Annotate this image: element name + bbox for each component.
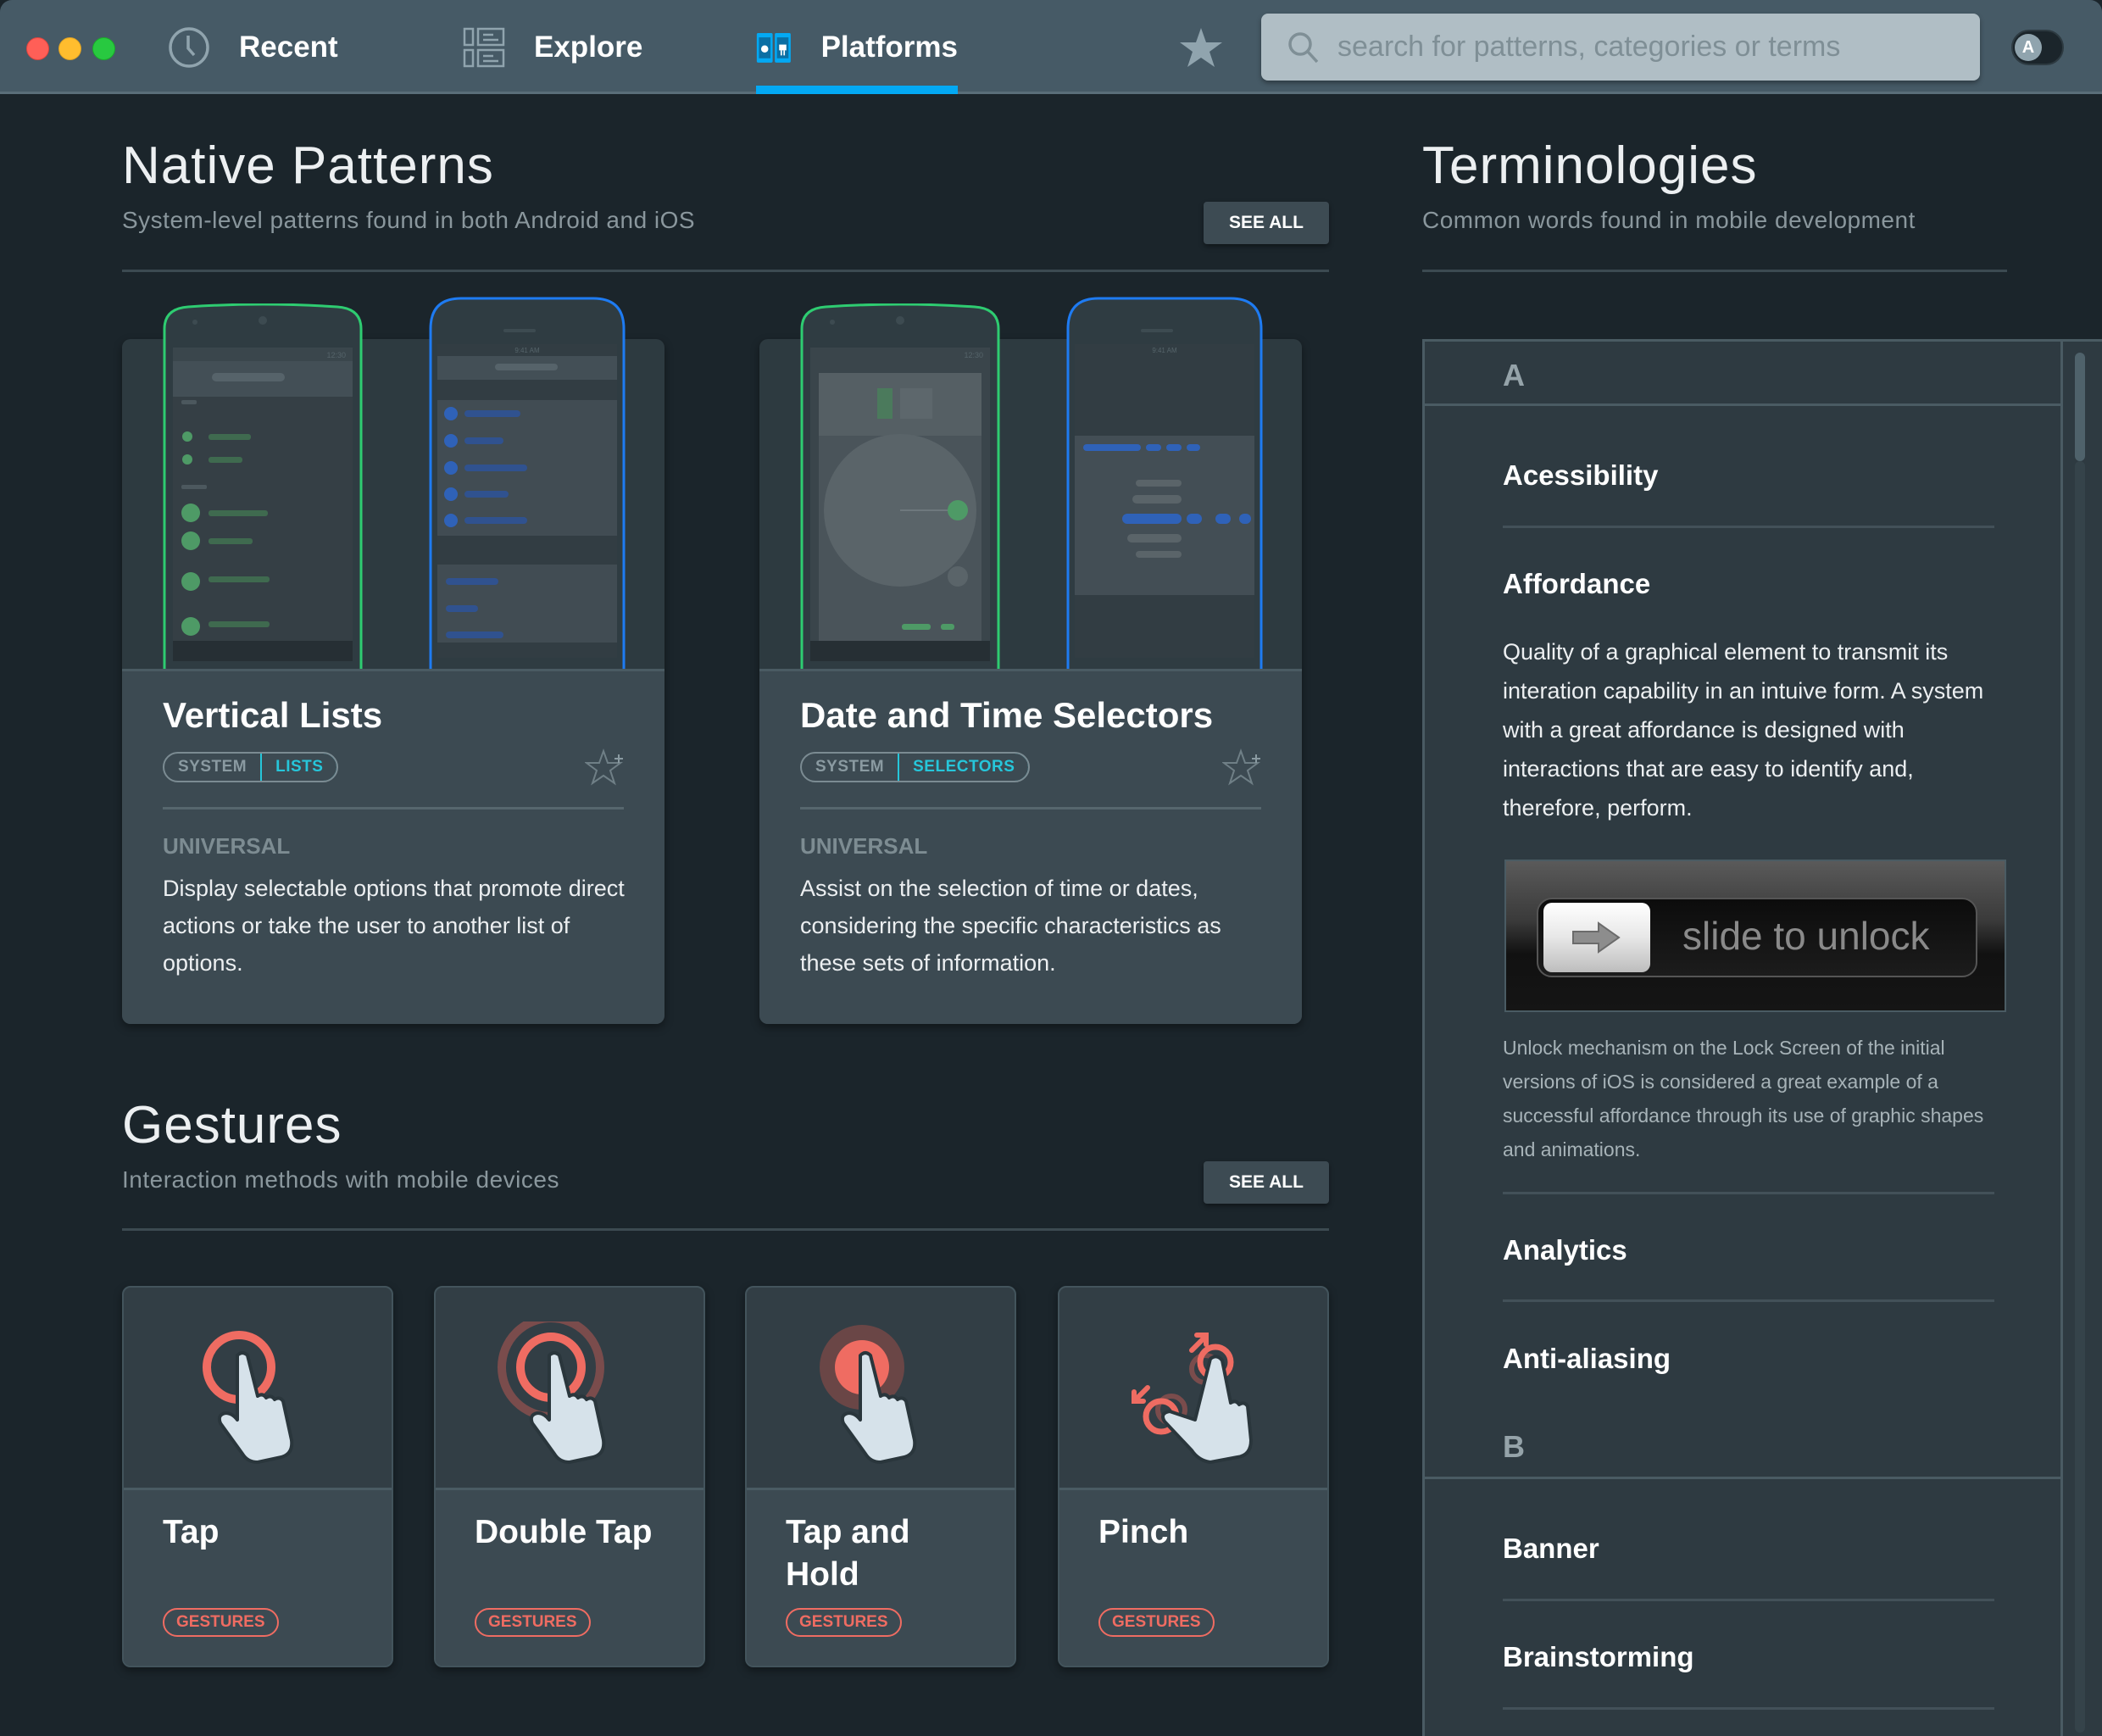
gesture-card-title: Tap and Hold: [786, 1514, 910, 1593]
tag-system[interactable]: SYSTEM: [802, 754, 898, 781]
zoom-window-button[interactable]: [92, 37, 115, 60]
pinch-gesture-icon: [1132, 1333, 1253, 1464]
title-bar: Recent Explore Platforms A: [0, 0, 2102, 94]
unlock-slider-track: slide to unlock: [1537, 898, 1977, 977]
letter-header-b: B: [1503, 1429, 1525, 1464]
term-brainstorming[interactable]: Brainstorming: [1503, 1641, 1694, 1673]
tag-selectors[interactable]: SELECTORS: [898, 754, 1029, 781]
pattern-card-kind: UNIVERSAL: [800, 833, 928, 859]
gestures-see-all-button[interactable]: SEE ALL: [1204, 1161, 1329, 1204]
tab-recent-label: Recent: [239, 30, 338, 64]
unlock-slider-text: slide to unlock: [1682, 914, 1930, 958]
gesture-card-pinch[interactable]: Pinch GESTURES: [1058, 1286, 1329, 1667]
gestures-subtitle: Interaction methods with mobile devices: [122, 1166, 559, 1193]
term-divider: [1503, 1599, 1994, 1601]
android-status-time: 12:30: [964, 351, 983, 359]
terminologies-title: Terminologies: [1422, 136, 1758, 195]
pattern-card-description: Assist on the selection of time or dates…: [800, 876, 1221, 976]
term-divider: [1503, 526, 1994, 528]
term-affordance[interactable]: Affordance: [1503, 568, 1650, 600]
native-patterns-subtitle: System-level patterns found in both Andr…: [122, 207, 696, 233]
android-phone-mockup: 12:30: [800, 303, 1000, 671]
tap-gesture-icon: [203, 1331, 294, 1464]
tag-system[interactable]: SYSTEM: [164, 754, 260, 781]
term-divider: [1503, 1299, 1994, 1302]
explore-grid-icon: [463, 27, 505, 67]
gesture-card-title: Pinch: [1098, 1514, 1189, 1550]
pattern-card-title: Vertical Lists: [163, 695, 383, 735]
term-divider: [1503, 1192, 1994, 1194]
tap-hold-gesture-icon: [820, 1325, 917, 1464]
arrow-right-icon: [1572, 921, 1621, 954]
gesture-card-title: Double Tap: [475, 1514, 653, 1550]
account-toggle[interactable]: A: [2011, 30, 2064, 65]
terminology-list-border: [2060, 339, 2063, 1736]
gesture-tag[interactable]: GESTURES: [475, 1608, 591, 1637]
gesture-card-title: Tap: [163, 1514, 220, 1550]
unlock-slider-button: [1543, 903, 1650, 972]
gesture-tag[interactable]: GESTURES: [1098, 1608, 1215, 1637]
pattern-card-divider: [800, 807, 1261, 810]
gesture-tag[interactable]: GESTURES: [786, 1608, 902, 1637]
pattern-card-tags: SYSTEM LISTS: [163, 752, 339, 782]
tab-platforms-label: Platforms: [820, 30, 958, 64]
slide-to-unlock-image: slide to unlock: [1504, 860, 2006, 1012]
platforms-phones-icon: [756, 32, 791, 63]
gesture-card-double-tap[interactable]: Double Tap GESTURES: [434, 1286, 705, 1667]
pattern-card-date-time-selectors[interactable]: 12:30 9:41 AM Date and Time Selectors SY…: [759, 297, 1302, 1024]
terminologies-divider: [1422, 270, 2007, 272]
close-window-button[interactable]: [26, 37, 49, 60]
tab-recent[interactable]: Recent: [168, 0, 338, 94]
gestures-divider: [122, 1228, 1329, 1231]
gesture-card-tap-and-hold[interactable]: Tap and Hold GESTURES: [745, 1286, 1016, 1667]
letter-divider: [1422, 1477, 2060, 1479]
native-patterns-title: Native Patterns: [122, 136, 494, 195]
pattern-card-title: Date and Time Selectors: [800, 695, 1214, 735]
star-icon[interactable]: [1178, 26, 1224, 69]
letter-header-a: A: [1503, 358, 1525, 392]
term-banner[interactable]: Banner: [1503, 1533, 1599, 1565]
term-acessibility[interactable]: Acessibility: [1503, 459, 1658, 492]
ios-status-time: 9:41 AM: [1152, 347, 1177, 354]
scrollbar-track[interactable]: [2075, 461, 2085, 1733]
term-affordance-description: Quality of a graphical element to transm…: [1503, 639, 1984, 821]
ios-phone-mockup: 9:41 AM: [429, 297, 626, 671]
add-favorite-star-icon[interactable]: [1222, 748, 1265, 788]
account-toggle-letter: A: [2015, 34, 2042, 61]
minimize-window-button[interactable]: [58, 37, 81, 60]
native-patterns-see-all-button[interactable]: SEE ALL: [1204, 202, 1329, 244]
gesture-card-tap[interactable]: Tap GESTURES: [122, 1286, 393, 1667]
add-favorite-star-icon[interactable]: [585, 748, 627, 788]
ios-phone-mockup: 9:41 AM: [1066, 297, 1263, 671]
clock-icon: [169, 26, 209, 68]
letter-divider: [1422, 403, 2060, 406]
term-divider: [1503, 1707, 1994, 1710]
scrollbar-thumb[interactable]: [2075, 353, 2085, 461]
tab-explore-label: Explore: [534, 30, 643, 64]
term-affordance-caption: Unlock mechanism on the Lock Screen of t…: [1503, 1037, 1984, 1160]
terminologies-subtitle: Common words found in mobile development: [1422, 207, 1916, 233]
pattern-card-description: Display selectable options that promote …: [163, 876, 625, 976]
gestures-title: Gestures: [122, 1096, 342, 1155]
native-patterns-divider: [122, 270, 1329, 272]
tab-explore[interactable]: Explore: [463, 0, 642, 94]
tab-platforms[interactable]: Platforms: [756, 0, 958, 94]
active-tab-indicator: [756, 86, 958, 94]
pattern-card-tags: SYSTEM SELECTORS: [800, 752, 1031, 782]
ios-status-time: 9:41 AM: [514, 347, 540, 354]
search-bar[interactable]: [1261, 14, 1980, 81]
tag-lists[interactable]: LISTS: [260, 754, 337, 781]
pattern-card-divider: [163, 807, 624, 810]
search-icon: [1288, 31, 1319, 63]
pattern-card-vertical-lists[interactable]: 12:30 9:41 AM Vertical Lists SYSTEM LIST…: [122, 297, 665, 1024]
term-anti-aliasing[interactable]: Anti-aliasing: [1503, 1343, 1671, 1375]
pattern-card-kind: UNIVERSAL: [163, 833, 291, 859]
android-phone-mockup: 12:30: [163, 303, 363, 671]
double-tap-gesture-icon: [498, 1321, 606, 1464]
android-status-time: 12:30: [326, 351, 346, 359]
gesture-tag[interactable]: GESTURES: [163, 1608, 279, 1637]
search-input[interactable]: [1337, 31, 1948, 64]
term-analytics[interactable]: Analytics: [1503, 1234, 1627, 1266]
